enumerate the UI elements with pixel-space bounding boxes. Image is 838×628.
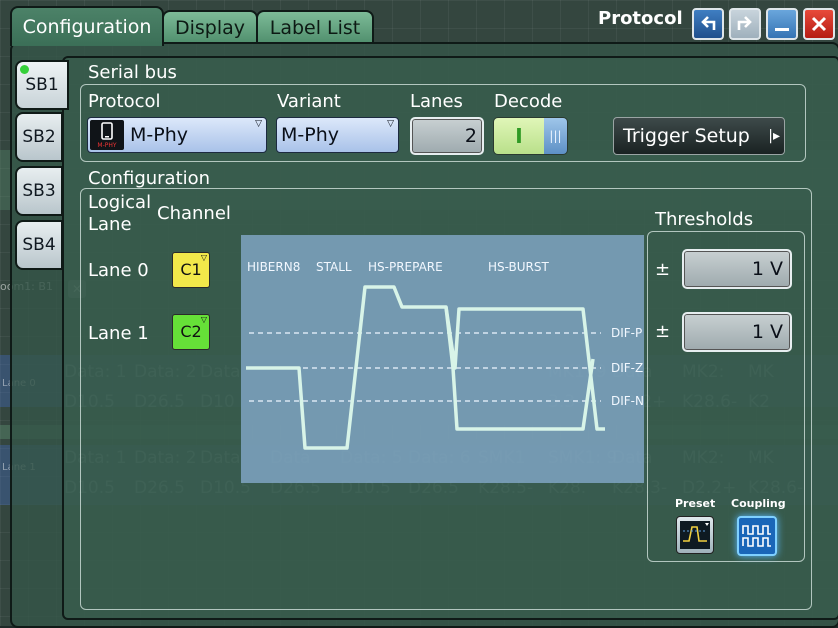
lane-0-channel-select[interactable]: C1 ▽ (172, 252, 210, 288)
thresholds-heading: Thresholds (655, 209, 754, 230)
mphy-logo-icon: M-PHY (90, 120, 124, 150)
variant-select[interactable]: M-Phy ▽ (276, 117, 399, 153)
side-tab-sb1[interactable]: SB1 (15, 60, 69, 110)
level-label: DIF-P (611, 326, 642, 340)
protocol-value: M-Phy (130, 124, 188, 146)
decode-slider-icon: ||| (544, 118, 567, 154)
dropdown-arrow-icon: ▽ (200, 253, 207, 262)
configuration-heading: Configuration (88, 168, 211, 189)
dialog-title: Protocol (598, 8, 683, 29)
waveform-svg: HIBERN8 STALL HS-PREPARE HS-BURST DIF-P … (246, 260, 644, 450)
side-tab-label: SB1 (25, 75, 59, 95)
lanes-label: Lanes (410, 91, 463, 112)
lane-0-label: Lane 0 (88, 260, 149, 281)
side-tab-label: SB2 (22, 127, 56, 147)
minimize-icon (775, 28, 789, 31)
trigger-setup-label: Trigger Setup (623, 125, 750, 147)
side-tab-label: SB4 (22, 235, 56, 255)
side-tab-sb4[interactable]: SB4 (15, 220, 63, 270)
side-tab-sb2[interactable]: SB2 (15, 112, 63, 162)
dropdown-arrow-icon: ▽ (200, 315, 207, 324)
close-icon (811, 16, 827, 32)
minimize-button[interactable] (766, 8, 798, 40)
decode-on-label: I (494, 118, 544, 154)
preset-button[interactable] (676, 516, 714, 554)
redo-icon (737, 16, 752, 30)
undo-button[interactable] (692, 8, 724, 40)
state-label: HIBERN8 (247, 260, 300, 274)
preset-label: Preset (675, 497, 716, 510)
dropdown-arrow-icon: ▽ (255, 119, 262, 129)
plus-minus-icon: ± (655, 321, 671, 342)
logical-lane-header: Logical Lane (88, 192, 152, 235)
lanes-input[interactable]: 2 (410, 117, 484, 155)
state-label: HS-BURST (488, 260, 550, 274)
dropdown-arrow-icon: ▽ (387, 119, 394, 129)
level-label: DIF-Z (611, 361, 643, 375)
close-button[interactable] (803, 8, 835, 40)
decode-toggle[interactable]: I ||| (493, 117, 568, 155)
lane-0-threshold-input[interactable]: 1 V (682, 249, 792, 289)
active-indicator-icon (20, 65, 29, 74)
variant-label: Variant (277, 91, 341, 112)
lanes-value: 2 (464, 125, 477, 147)
tab-label-list[interactable]: Label List (256, 10, 374, 44)
coupling-button[interactable] (737, 516, 777, 556)
protocol-select[interactable]: M-PHY M-Phy ▽ (87, 117, 267, 153)
variant-value: M-Phy (281, 124, 339, 146)
side-tab-label: SB3 (22, 181, 56, 201)
undo-icon (701, 16, 716, 30)
lane-1-channel-select[interactable]: C2 ▽ (172, 314, 210, 350)
redo-button[interactable] (729, 8, 761, 40)
chevron-right-icon: |▸ (768, 128, 780, 144)
preset-waveform-icon (680, 521, 710, 549)
tab-display[interactable]: Display (162, 10, 258, 44)
plus-minus-icon: ± (655, 259, 671, 280)
coupling-pulse-icon (742, 525, 771, 547)
serial-bus-heading: Serial bus (88, 62, 177, 83)
mphy-waveform-diagram: HIBERN8 STALL HS-PREPARE HS-BURST DIF-P … (241, 235, 644, 483)
level-label: DIF-N (611, 394, 644, 408)
channel-value: C2 (180, 322, 202, 341)
threshold-value: 1 V (751, 258, 783, 280)
lane-1-threshold-input[interactable]: 1 V (682, 312, 792, 352)
state-label: HS-PREPARE (368, 260, 443, 274)
side-tab-sb3[interactable]: SB3 (15, 166, 63, 216)
lane-1-label: Lane 1 (88, 323, 149, 344)
trigger-setup-button[interactable]: Trigger Setup |▸ (613, 117, 785, 155)
decode-label: Decode (494, 91, 563, 112)
channel-value: C1 (180, 260, 202, 279)
waveform-trace-upper (246, 285, 605, 450)
coupling-label: Coupling (731, 497, 786, 510)
channel-header: Channel (157, 203, 231, 224)
threshold-value: 1 V (751, 321, 783, 343)
protocol-label: Protocol (88, 91, 161, 112)
tab-configuration[interactable]: Configuration (10, 6, 164, 46)
state-label: STALL (316, 260, 352, 274)
